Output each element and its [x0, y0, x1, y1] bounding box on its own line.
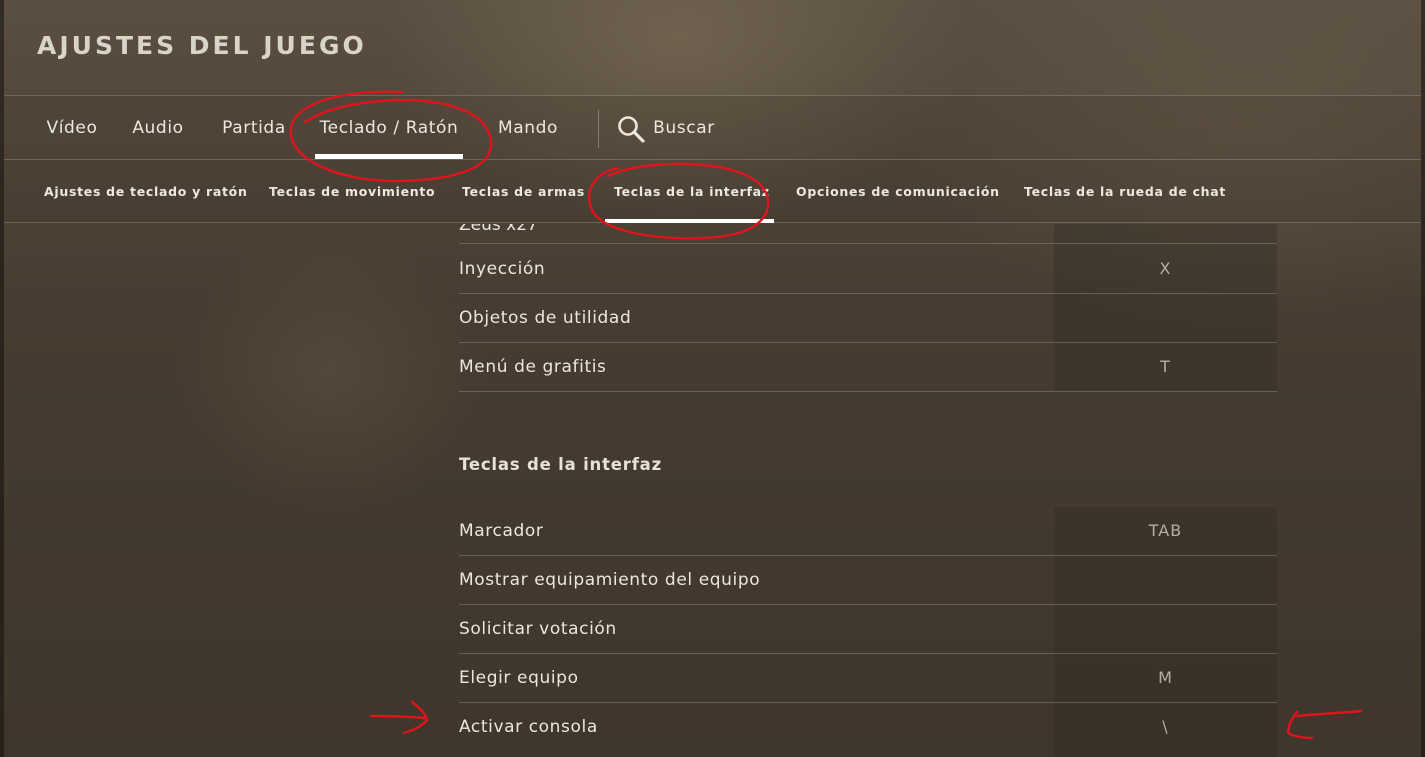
tab-mando[interactable]: Mando — [498, 96, 558, 160]
subtab-teclas-interfaz[interactable]: Teclas de la interfaz — [605, 160, 774, 223]
list-item[interactable]: Menú de grafitis T — [459, 343, 1277, 392]
row-label: Solicitar votación — [459, 619, 617, 639]
list-item[interactable]: Inyección X — [459, 245, 1277, 294]
list-item[interactable]: Zeus x27 — [459, 224, 1277, 244]
row-label: Objetos de utilidad — [459, 308, 632, 328]
key-binding[interactable] — [1054, 605, 1277, 653]
main-tab-bar: Vídeo Audio Partida Teclado / Ratón Mand… — [4, 95, 1421, 160]
tab-audio[interactable]: Audio — [132, 96, 184, 160]
list-item[interactable]: Mostrar equipamiento del equipo — [459, 556, 1277, 605]
key-binding[interactable]: M — [1054, 654, 1277, 702]
tab-divider — [598, 110, 599, 148]
search-button[interactable]: Buscar — [653, 96, 715, 160]
key-binding[interactable]: \ — [1054, 703, 1277, 751]
key-binding[interactable]: TAB — [1054, 507, 1277, 555]
tab-teclado-raton[interactable]: Teclado / Ratón — [315, 96, 463, 160]
subtab-teclas-movimiento[interactable]: Teclas de movimiento — [269, 160, 435, 222]
subtab-teclas-armas[interactable]: Teclas de armas — [462, 160, 585, 222]
subtab-opciones-comunicacion[interactable]: Opciones de comunicación — [796, 160, 1000, 222]
sub-tab-bar: Ajustes de teclado y ratón Teclas de mov… — [4, 160, 1421, 223]
row-label: Menú de grafitis — [459, 357, 607, 377]
row-label: Activar consola — [459, 717, 598, 737]
row-label: Marcador — [459, 521, 544, 541]
key-binding[interactable]: X — [1054, 245, 1277, 293]
list-item[interactable]: Objetos de utilidad — [459, 294, 1277, 343]
list-item[interactable]: Activar consola \ — [459, 703, 1277, 752]
row-label: Mostrar equipamiento del equipo — [459, 570, 761, 590]
list-item[interactable]: Elegir equipo M — [459, 654, 1277, 703]
key-binding[interactable] — [1054, 294, 1277, 342]
tab-partida[interactable]: Partida — [221, 96, 287, 160]
page-title: AJUSTES DEL JUEGO — [37, 31, 367, 60]
search-icon[interactable] — [616, 114, 646, 144]
tab-video[interactable]: Vídeo — [44, 96, 100, 160]
row-label: Zeus x27 — [459, 224, 538, 235]
key-binding[interactable]: T — [1054, 343, 1277, 391]
section-heading: Teclas de la interfaz — [459, 455, 663, 474]
row-label: Elegir equipo — [459, 668, 579, 688]
subtab-ajustes-teclado-raton[interactable]: Ajustes de teclado y ratón — [44, 160, 248, 222]
list-item[interactable]: Solicitar votación — [459, 605, 1277, 654]
key-binding[interactable] — [1054, 556, 1277, 604]
row-label: Inyección — [459, 259, 546, 279]
window-edge-right — [1421, 0, 1425, 757]
list-item[interactable]: Marcador TAB — [459, 507, 1277, 556]
subtab-rueda-chat[interactable]: Teclas de la rueda de chat — [1024, 160, 1226, 222]
keybind-list[interactable]: Zeus x27 Inyección X Objetos de utilidad… — [459, 224, 1277, 757]
